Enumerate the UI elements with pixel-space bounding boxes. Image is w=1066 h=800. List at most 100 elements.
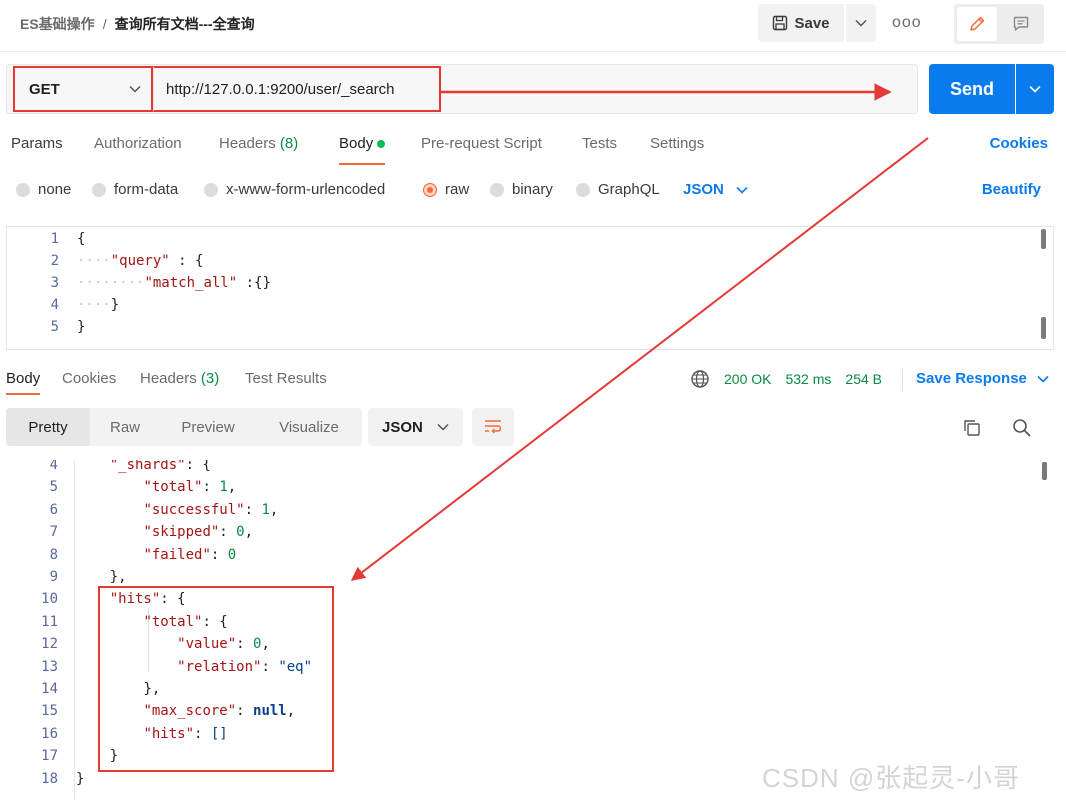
code-line: 2 ····"query" : {: [7, 250, 1053, 272]
globe-icon[interactable]: [690, 369, 710, 389]
radio-graphql[interactable]: GraphQL: [576, 181, 660, 198]
line-number: 1: [50, 231, 59, 247]
line-number: 16: [41, 725, 58, 742]
breadcrumb-separator: /: [102, 16, 107, 32]
tab-body[interactable]: Body: [339, 135, 386, 165]
json-value: 0: [236, 524, 245, 541]
send-button[interactable]: Send: [929, 64, 1015, 114]
search-response-button[interactable]: [1012, 418, 1032, 443]
json-key: "total": [143, 479, 203, 496]
response-format-value: JSON: [382, 418, 423, 436]
save-button[interactable]: Save: [758, 4, 844, 42]
code-text: }: [77, 319, 86, 335]
tab-authorization[interactable]: Authorization: [94, 135, 182, 152]
url-value: http://127.0.0.1:9200/user/_search: [166, 80, 395, 98]
view-preview[interactable]: Preview: [160, 408, 256, 446]
url-input[interactable]: http://127.0.0.1:9200/user/_search: [153, 66, 441, 112]
cookies-link[interactable]: Cookies: [990, 135, 1048, 152]
radio-binary[interactable]: binary: [490, 181, 553, 198]
sidebar-mode-toggle: [954, 4, 1044, 44]
request-bar: GET http://127.0.0.1:9200/user/_search: [6, 64, 918, 114]
tab-params[interactable]: Params: [11, 135, 63, 152]
code-line: 5 }: [7, 316, 1053, 338]
tab-headers[interactable]: Headers (8): [219, 135, 298, 152]
line-number: 17: [41, 748, 58, 765]
comment-icon: [1013, 16, 1029, 31]
whitespace-dots: ····: [77, 253, 111, 269]
body-format-value: JSON: [683, 181, 724, 198]
json-value: 0: [227, 546, 237, 563]
radio-label: raw: [445, 181, 470, 198]
tab-test-results[interactable]: Test Results: [245, 370, 327, 387]
tab-body-label: Body: [339, 135, 374, 152]
code-line: 1 {: [7, 228, 1053, 250]
code-line: 7 "skipped": 0,: [6, 521, 1054, 543]
line-number: 5: [49, 479, 58, 496]
response-scrollbar[interactable]: [1042, 462, 1047, 480]
body-format-select[interactable]: JSON: [683, 181, 748, 198]
line-number: 15: [41, 703, 58, 720]
radio-form-data[interactable]: form-data: [92, 181, 178, 198]
comments-button[interactable]: [1001, 7, 1041, 41]
method-value: GET: [29, 80, 60, 98]
json-key: "match_all": [144, 275, 238, 291]
line-number: 7: [49, 524, 58, 541]
more-actions-button[interactable]: ooo: [892, 14, 922, 32]
editor-scrollbar-top[interactable]: [1041, 229, 1046, 249]
beautify-link[interactable]: Beautify: [982, 181, 1041, 198]
line-number: 12: [41, 636, 58, 653]
line-number: 4: [49, 460, 58, 473]
view-visualize[interactable]: Visualize: [256, 408, 362, 446]
request-title[interactable]: 查询所有文档---全查询: [115, 14, 255, 34]
radio-label: none: [38, 181, 72, 198]
tab-response-headers[interactable]: Headers (3): [140, 370, 219, 387]
method-select[interactable]: GET: [13, 66, 153, 112]
view-pretty[interactable]: Pretty: [6, 408, 90, 446]
line-number: 11: [41, 613, 58, 630]
tab-response-cookies[interactable]: Cookies: [62, 370, 116, 387]
radio-circle: [204, 182, 218, 197]
response-time[interactable]: 532 ms: [785, 371, 831, 387]
save-options-button[interactable]: [846, 4, 876, 42]
radio-circle-selected: [423, 182, 437, 197]
save-response-button[interactable]: Save Response: [916, 370, 1049, 387]
tab-pre-request-script[interactable]: Pre-request Script: [421, 135, 542, 152]
radio-label: GraphQL: [598, 181, 660, 198]
response-format-select[interactable]: JSON: [368, 408, 463, 446]
radio-circle: [576, 182, 590, 197]
line-number: 14: [41, 681, 58, 697]
save-response-label: Save Response: [916, 370, 1027, 387]
send-options-button[interactable]: [1016, 64, 1054, 114]
tab-tests[interactable]: Tests: [582, 135, 617, 152]
breadcrumb: ES基础操作 / 查询所有文档---全查询: [20, 14, 255, 34]
breadcrumb-collection[interactable]: ES基础操作: [20, 14, 95, 34]
edit-mode-button[interactable]: [957, 7, 997, 41]
code-text: }: [110, 297, 120, 313]
copy-icon: [964, 420, 980, 436]
radio-none[interactable]: none: [16, 181, 71, 198]
copy-response-button[interactable]: [962, 418, 982, 443]
line-number: 10: [41, 591, 58, 608]
pencil-icon: [970, 16, 985, 31]
request-body-editor[interactable]: 1 { 2 ····"query" : { 3 ········"match_a…: [6, 226, 1054, 350]
code-line: 6 "successful": 1,: [6, 499, 1054, 521]
radio-circle: [490, 182, 504, 197]
line-number: 2: [50, 253, 59, 269]
wrap-text-icon: [485, 420, 502, 434]
response-size[interactable]: 254 B: [845, 371, 882, 387]
radio-label: x-www-form-urlencoded: [226, 181, 386, 198]
radio-urlencoded[interactable]: x-www-form-urlencoded: [204, 181, 385, 198]
line-number: 8: [49, 546, 58, 563]
radio-raw[interactable]: raw: [423, 181, 469, 198]
chevron-down-icon: [855, 19, 867, 27]
tab-settings[interactable]: Settings: [650, 135, 704, 152]
code-text: : {: [185, 460, 211, 473]
tab-response-body[interactable]: Body: [6, 370, 41, 395]
view-raw[interactable]: Raw: [90, 408, 160, 446]
wrap-lines-button[interactable]: [472, 408, 514, 446]
view-mode-tabs: Pretty Raw Preview Visualize: [6, 408, 362, 446]
code-line: 8 "failed": 0: [6, 544, 1054, 566]
status-code[interactable]: 200 OK: [724, 371, 771, 387]
code-text: : {: [169, 253, 204, 269]
editor-scrollbar-bottom[interactable]: [1041, 317, 1046, 339]
